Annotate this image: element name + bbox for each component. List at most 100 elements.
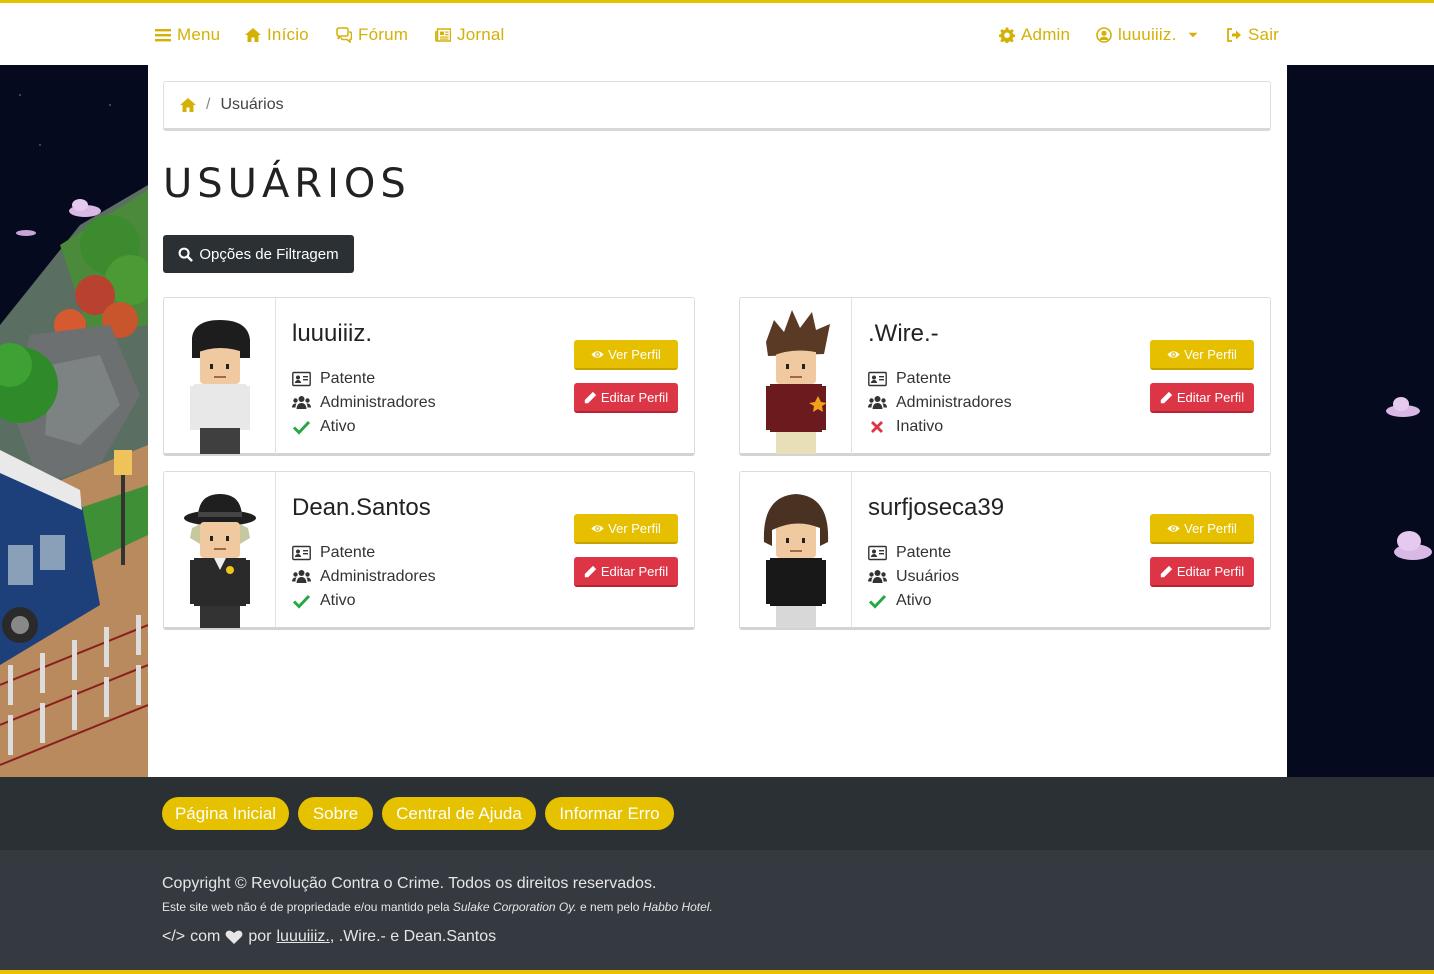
id-card-icon — [868, 545, 887, 561]
view-profile-button[interactable]: Ver Perfil — [574, 340, 678, 370]
filter-options-label: Opções de Filtragem — [199, 245, 339, 263]
rank-label: Patente — [320, 370, 376, 387]
breadcrumb: / Usuários — [163, 81, 1271, 131]
caret-down-icon — [1188, 32, 1197, 38]
avatar — [164, 298, 276, 454]
bars-icon — [155, 29, 171, 42]
edit-profile-label: Editar Perfil — [1176, 563, 1245, 579]
footer-info: Copyright © Revolução Contra o Crime. To… — [0, 850, 1434, 974]
user-card: luuuiiiz. Patente Administradores Ativo … — [163, 297, 695, 456]
nav-sair[interactable]: Sair — [1226, 25, 1279, 45]
nav-forum[interactable]: Fórum — [336, 25, 408, 45]
filter-options-button[interactable]: Opções de Filtragem — [163, 235, 354, 273]
eye-icon — [1167, 524, 1180, 532]
status-label: Ativo — [320, 418, 356, 435]
avatar — [740, 472, 852, 628]
users-icon — [292, 396, 311, 409]
footer-link-home[interactable]: Página Inicial — [162, 797, 289, 830]
credits-text: </> com por luuuiiiz., .Wire.- e Dean.Sa… — [162, 928, 496, 946]
credits-com: com — [190, 928, 221, 945]
view-profile-label: Ver Perfil — [608, 346, 661, 362]
credits-author-link[interactable]: luuuiiiz. — [277, 928, 330, 945]
group-label: Administradores — [320, 394, 436, 411]
heart-icon — [225, 930, 243, 944]
status-row: Ativo — [292, 592, 356, 610]
status-row: Inativo — [868, 418, 943, 436]
edit-profile-button[interactable]: Editar Perfil — [574, 383, 678, 413]
rank-row: Patente — [868, 370, 951, 388]
check-icon — [292, 594, 311, 609]
disclaimer-part-b: e nem pelo — [576, 900, 643, 914]
background-scenery-left — [0, 65, 148, 777]
page-title: USUÁRIOS — [163, 161, 411, 207]
rank-row: Patente — [292, 370, 375, 388]
comments-icon — [336, 27, 352, 43]
group-row: Administradores — [868, 394, 1012, 412]
footer-link-about[interactable]: Sobre — [298, 797, 373, 830]
habbo-avatar-image — [763, 494, 829, 628]
eye-icon — [591, 524, 604, 532]
group-label: Administradores — [320, 568, 436, 585]
group-label: Usuários — [896, 568, 960, 585]
nav-jornal[interactable]: Jornal — [435, 25, 505, 45]
disclaimer-sulake: Sulake Corporation Oy. — [452, 900, 577, 914]
edit-profile-button[interactable]: Editar Perfil — [574, 557, 678, 587]
newspaper-icon — [435, 28, 451, 42]
nav-menu-label: Menu — [177, 25, 221, 44]
main-content: / Usuários USUÁRIOS Opções de Filtragem … — [148, 65, 1287, 777]
users-icon — [868, 396, 887, 409]
home-icon[interactable] — [180, 97, 196, 113]
username[interactable]: surfjoseca39 — [868, 494, 1004, 522]
rank-row: Patente — [868, 544, 951, 562]
nav-admin-label: Admin — [1021, 25, 1071, 44]
edit-profile-button[interactable]: Editar Perfil — [1150, 557, 1254, 587]
user-circle-icon — [1096, 27, 1112, 43]
nav-inicio-label: Início — [267, 25, 309, 44]
edit-profile-label: Editar Perfil — [1176, 389, 1245, 405]
rank-row: Patente — [292, 544, 375, 562]
group-row: Usuários — [868, 568, 959, 586]
status-row: Ativo — [868, 592, 932, 610]
username[interactable]: .Wire.- — [868, 320, 939, 348]
breadcrumb-current: Usuários — [220, 96, 284, 113]
nav-admin[interactable]: Admin — [999, 25, 1070, 45]
eye-icon — [591, 350, 604, 358]
copyright-text: Copyright © Revolução Contra o Crime. To… — [162, 875, 657, 892]
username[interactable]: Dean.Santos — [292, 494, 431, 522]
nav-menu[interactable]: Menu — [155, 25, 220, 45]
background-scenery-right — [1287, 65, 1434, 777]
view-profile-button[interactable]: Ver Perfil — [574, 514, 678, 544]
rank-label: Patente — [896, 370, 952, 387]
pencil-icon — [1160, 565, 1173, 577]
view-profile-label: Ver Perfil — [608, 520, 661, 536]
code-icon: </> — [162, 928, 186, 945]
breadcrumb-separator: / — [206, 96, 211, 113]
hotel-scene-illustration — [0, 94, 148, 777]
nav-user-dropdown[interactable]: luuuiiiz. — [1096, 25, 1199, 45]
view-profile-button[interactable]: Ver Perfil — [1150, 514, 1254, 544]
nav-sair-label: Sair — [1248, 25, 1280, 44]
status-label: Ativo — [896, 592, 932, 609]
nav-inicio[interactable]: Início — [245, 25, 309, 45]
habbo-avatar-image — [190, 320, 250, 454]
nav-jornal-label: Jornal — [457, 25, 505, 44]
view-profile-button[interactable]: Ver Perfil — [1150, 340, 1254, 370]
edit-profile-button[interactable]: Editar Perfil — [1150, 383, 1254, 413]
users-icon — [868, 570, 887, 583]
username[interactable]: luuuiiiz. — [292, 320, 372, 348]
pencil-icon — [1160, 391, 1173, 403]
edit-profile-label: Editar Perfil — [600, 389, 669, 405]
rank-label: Patente — [320, 544, 376, 561]
times-icon — [871, 421, 883, 433]
pencil-icon — [584, 391, 597, 403]
eye-icon — [1167, 350, 1180, 358]
view-profile-label: Ver Perfil — [1184, 346, 1237, 362]
id-card-icon — [292, 371, 311, 387]
status-row: Ativo — [292, 418, 356, 436]
users-icon — [292, 570, 311, 583]
group-row: Administradores — [292, 568, 436, 586]
gear-icon — [999, 27, 1015, 43]
footer-link-help[interactable]: Central de Ajuda — [382, 797, 536, 830]
footer-link-report[interactable]: Informar Erro — [545, 797, 674, 830]
id-card-icon — [292, 545, 311, 561]
